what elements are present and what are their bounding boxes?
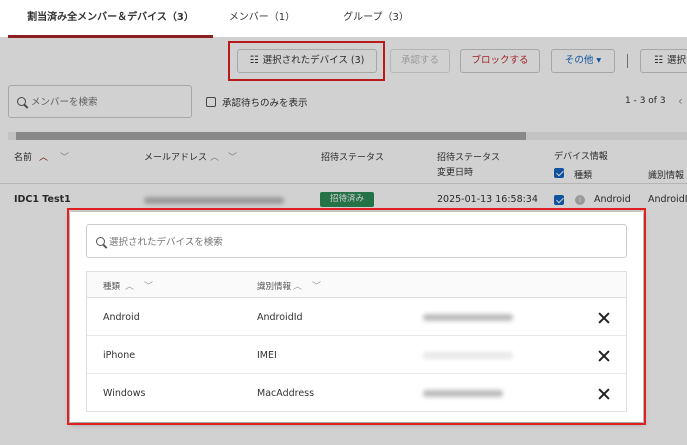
dialog-highlight — [67, 208, 646, 425]
tab-bar: 割当済み全メンバー＆デバイス（3） メンバー（1） グループ（3） — [0, 0, 687, 38]
tab-groups[interactable]: グループ（3） — [336, 0, 416, 38]
tab-all-members-devices[interactable]: 割当済み全メンバー＆デバイス（3） — [8, 0, 213, 38]
tab-members[interactable]: メンバー（1） — [222, 0, 302, 38]
